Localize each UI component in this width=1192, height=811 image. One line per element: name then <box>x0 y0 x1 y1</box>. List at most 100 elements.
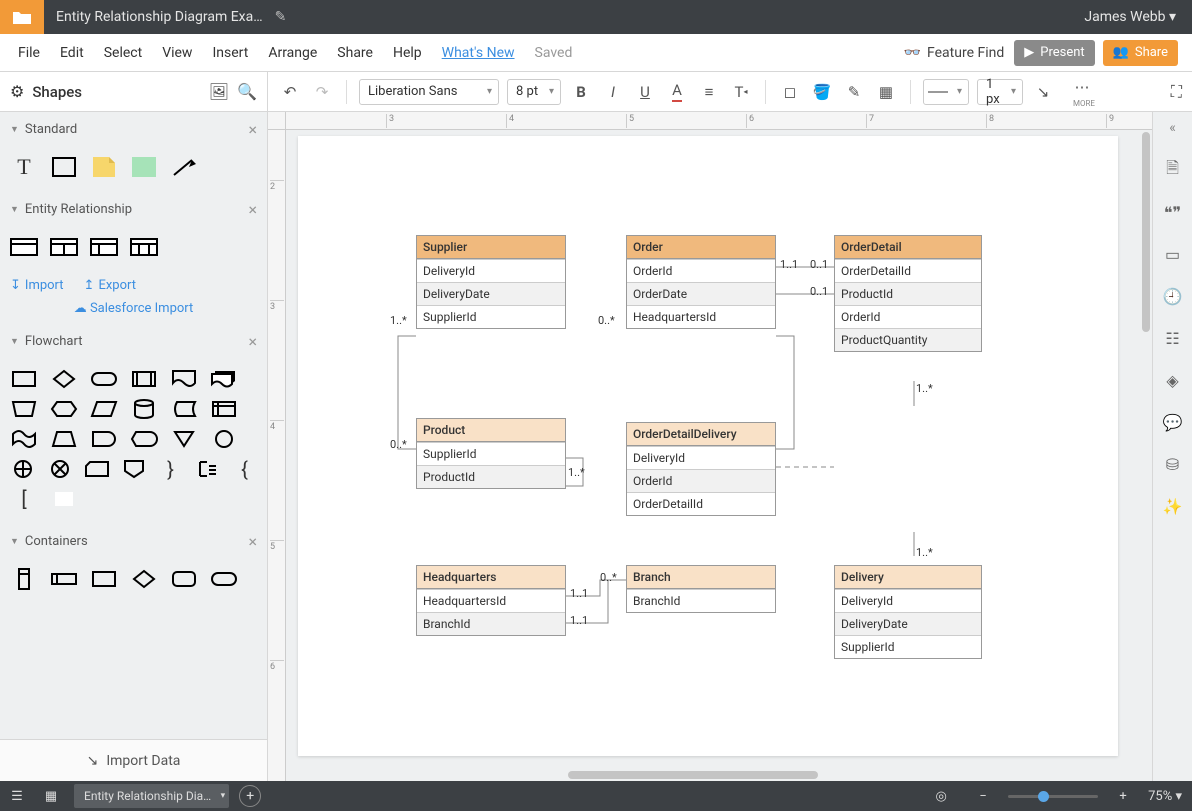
scrollbar-vertical[interactable] <box>1142 132 1150 332</box>
menu-view[interactable]: View <box>152 45 202 61</box>
text-options-button[interactable]: T◂ <box>729 80 753 104</box>
zoom-level[interactable]: 75% ▾ <box>1148 789 1182 804</box>
fc-sum[interactable] <box>47 458 72 480</box>
rect-shape[interactable] <box>50 156 78 178</box>
chat-icon[interactable]: 💬 <box>1161 410 1185 434</box>
zoom-slider[interactable] <box>1008 795 1098 798</box>
menu-arrange[interactable]: Arrange <box>258 45 327 61</box>
collapse-dock-icon[interactable]: « <box>1165 116 1180 140</box>
share-button[interactable]: 👥 Share <box>1103 40 1178 66</box>
section-er[interactable]: ▼Entity Relationship× <box>0 192 267 226</box>
grid-view-icon[interactable]: ▦ <box>34 781 68 811</box>
note-shape[interactable] <box>90 156 118 178</box>
gear-icon[interactable]: ⚙ <box>10 82 24 101</box>
fill-color-button[interactable]: 🪣 <box>810 80 834 104</box>
fullscreen-button[interactable]: ⛶ <box>1171 82 1182 102</box>
fc-rect[interactable] <box>10 368 38 390</box>
fc-manual[interactable] <box>10 398 38 420</box>
underline-button[interactable]: U <box>633 80 657 104</box>
document-title[interactable]: Entity Relationship Diagram Exa… <box>44 9 275 25</box>
fc-offpage[interactable] <box>121 458 146 480</box>
scrollbar-horizontal[interactable] <box>568 771 818 779</box>
er-shape-1[interactable] <box>10 236 38 258</box>
fc-display[interactable] <box>130 428 158 450</box>
cont-round[interactable] <box>170 568 198 590</box>
font-size-select[interactable]: 8 pt <box>507 79 561 105</box>
history-icon[interactable]: 🕘 <box>1161 284 1185 308</box>
feature-find[interactable]: 👓 Feature Find <box>904 45 1005 61</box>
fc-card[interactable] <box>84 458 109 480</box>
cont-pill[interactable] <box>210 568 238 590</box>
comments-icon[interactable]: 🗎 <box>1161 158 1185 182</box>
fc-bracket[interactable]: [ <box>10 488 38 510</box>
fc-or[interactable] <box>10 458 35 480</box>
close-icon[interactable]: × <box>248 532 257 551</box>
target-icon[interactable]: ◎ <box>924 781 958 811</box>
menu-file[interactable]: File <box>8 45 50 61</box>
section-flowchart[interactable]: ▼Flowchart× <box>0 324 267 358</box>
border-color-button[interactable]: ✎ <box>842 80 866 104</box>
font-select[interactable]: Liberation Sans <box>359 79 499 105</box>
align-button[interactable]: ≡ <box>697 80 721 104</box>
zoom-out-button[interactable]: − <box>966 781 1000 811</box>
fc-doc[interactable] <box>170 368 198 390</box>
fc-trap[interactable] <box>50 428 78 450</box>
line-arrow-button[interactable]: ↘ <box>1031 80 1055 104</box>
er-shape-2[interactable] <box>50 236 78 258</box>
fc-terminator[interactable] <box>90 368 118 390</box>
redo-button[interactable]: ↷ <box>310 80 334 104</box>
magic-icon[interactable]: ✨ <box>1161 494 1185 518</box>
entity-odd[interactable]: OrderDetailDelivery DeliveryId OrderId O… <box>626 422 776 516</box>
fc-cyl[interactable] <box>130 398 158 420</box>
er-shape-3[interactable] <box>90 236 118 258</box>
fc-predef[interactable] <box>130 368 158 390</box>
arrow-shape[interactable] <box>170 156 198 178</box>
close-icon[interactable]: × <box>248 332 257 351</box>
section-containers[interactable]: ▼Containers× <box>0 524 267 558</box>
fc-note[interactable] <box>195 458 220 480</box>
import-action[interactable]: ↧ Import <box>10 278 64 293</box>
edit-title-icon[interactable]: ✎ <box>275 9 287 25</box>
line-width-select[interactable]: 1 px <box>977 79 1023 105</box>
present-icon[interactable]: ▭ <box>1161 242 1185 266</box>
italic-button[interactable]: I <box>601 80 625 104</box>
line-style-select[interactable] <box>923 79 969 105</box>
fc-tape[interactable] <box>10 428 38 450</box>
fc-multidoc[interactable] <box>210 368 238 390</box>
fc-merge[interactable] <box>170 428 198 450</box>
entity-orderdetail[interactable]: OrderDetail OrderDetailId ProductId Orde… <box>834 235 982 352</box>
fc-brace-r[interactable]: } <box>158 458 183 480</box>
undo-button[interactable]: ↶ <box>278 80 302 104</box>
fc-blank[interactable] <box>50 488 78 510</box>
bold-button[interactable]: B <box>569 80 593 104</box>
section-standard[interactable]: ▼Standard× <box>0 112 267 146</box>
close-icon[interactable]: × <box>248 120 257 139</box>
present-button[interactable]: ▶ Present <box>1014 40 1094 66</box>
entity-delivery[interactable]: Delivery DeliveryId DeliveryDate Supplie… <box>834 565 982 659</box>
cont-lane-v[interactable] <box>10 568 38 590</box>
fc-stored[interactable] <box>170 398 198 420</box>
import-data-button[interactable]: ↘ Import Data <box>0 739 267 781</box>
search-icon[interactable]: 🔍 <box>237 82 257 101</box>
menu-insert[interactable]: Insert <box>202 45 258 61</box>
fc-conn[interactable] <box>210 428 238 450</box>
menu-select[interactable]: Select <box>94 45 152 61</box>
fc-hex[interactable] <box>50 398 78 420</box>
menu-help[interactable]: Help <box>383 45 432 61</box>
menu-share[interactable]: Share <box>327 45 383 61</box>
export-action[interactable]: ↥ Export <box>84 278 136 293</box>
page-tab[interactable]: Entity Relationship Dia… <box>74 784 229 808</box>
entity-branch[interactable]: Branch BranchId <box>626 565 776 613</box>
user-menu[interactable]: James Webb ▾ <box>1068 9 1192 25</box>
fc-diamond[interactable] <box>50 368 78 390</box>
entity-supplier[interactable]: Supplier DeliveryId DeliveryDate Supplie… <box>416 235 566 329</box>
page-icon[interactable]: ◈ <box>1161 368 1185 392</box>
cont-rect[interactable] <box>90 568 118 590</box>
more-button[interactable]: ⋯ <box>1070 75 1094 99</box>
layers-icon[interactable]: ☷ <box>1161 326 1185 350</box>
canvas-area[interactable]: 3 4 5 6 7 8 9 2 3 4 5 6 <box>268 112 1192 781</box>
fc-para[interactable] <box>90 398 118 420</box>
canvas-page[interactable]: Supplier DeliveryId DeliveryDate Supplie… <box>298 136 1118 756</box>
close-icon[interactable]: × <box>248 200 257 219</box>
er-shape-4[interactable] <box>130 236 158 258</box>
